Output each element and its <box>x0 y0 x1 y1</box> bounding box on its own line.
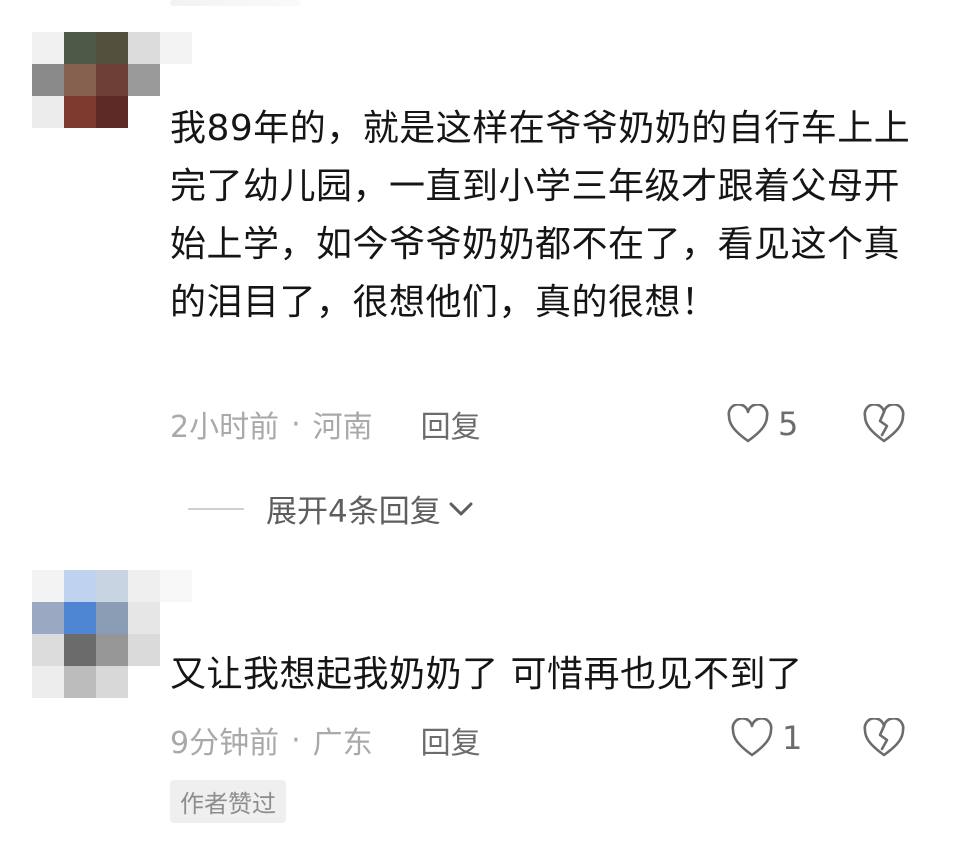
comment-location: 河南 <box>312 410 373 445</box>
comment-time: 2小时前 <box>170 410 280 445</box>
reply-button[interactable]: 回复 <box>421 718 481 762</box>
avatar-mosaic-pixel <box>160 32 192 64</box>
avatar-mosaic-pixel <box>128 634 160 666</box>
avatar-mosaic-pixel <box>96 96 128 128</box>
avatar-mosaic-pixel <box>160 64 192 96</box>
avatar-mosaic-pixel <box>96 602 128 634</box>
comment-location: 广东 <box>312 726 373 761</box>
avatar-mosaic-pixel <box>128 602 160 634</box>
avatar-mosaic-pixel <box>64 666 96 698</box>
previous-comment-fade <box>170 0 300 6</box>
broken-heart-icon[interactable] <box>862 718 906 758</box>
comment-text: 又让我想起我奶奶了 可惜再也见不到了 <box>170 654 803 695</box>
avatar-mosaic-pixel <box>32 634 64 666</box>
avatar-mosaic-pixel <box>64 634 96 666</box>
avatar-mosaic-pixel <box>32 666 64 698</box>
broken-heart-icon[interactable] <box>862 404 906 444</box>
expand-replies-label: 展开4条回复 <box>266 494 441 530</box>
expand-divider <box>188 507 244 510</box>
comment-text: 我89年的，就是这样在爷爷奶奶的自行车上上完了幼儿园，一直到小学三年级才跟着父母… <box>170 108 911 323</box>
chevron-down-icon <box>449 502 473 515</box>
like-button[interactable]: 5 <box>726 404 798 444</box>
heart-outline-icon <box>731 718 773 757</box>
avatar-mosaic-pixel <box>64 602 96 634</box>
avatar-mosaic-pixel <box>160 602 192 634</box>
avatar-mosaic-pixel <box>64 64 96 96</box>
avatar-mosaic-pixel <box>32 32 64 64</box>
like-button[interactable]: 1 <box>730 718 802 758</box>
avatar-mosaic-pixel <box>96 666 128 698</box>
avatar-mosaic-pixel <box>32 570 64 602</box>
avatar-mosaic-pixel <box>96 32 128 64</box>
comment-time: 9分钟前 <box>170 726 280 761</box>
reply-button[interactable]: 回复 <box>421 402 481 446</box>
like-count: 1 <box>782 719 803 757</box>
expand-replies-button[interactable]: 展开4条回复 <box>188 486 475 531</box>
avatar[interactable] <box>32 32 192 128</box>
meta-separator: · <box>291 406 301 442</box>
like-count: 5 <box>778 405 799 443</box>
avatar-mosaic-pixel <box>96 634 128 666</box>
avatar-mosaic-pixel <box>128 666 160 698</box>
avatar-mosaic-pixel <box>32 96 64 128</box>
avatar-mosaic-pixel <box>64 96 96 128</box>
avatar-mosaic-pixel <box>64 32 96 64</box>
avatar-mosaic-pixel <box>32 64 64 96</box>
avatar-mosaic-pixel <box>128 96 160 128</box>
avatar-mosaic-pixel <box>32 602 64 634</box>
avatar-mosaic-pixel <box>128 32 160 64</box>
meta-separator: · <box>291 722 301 758</box>
avatar-mosaic-pixel <box>96 64 128 96</box>
avatar-mosaic-pixel <box>160 570 192 602</box>
author-liked-badge: 作者赞过 <box>170 780 286 823</box>
comment-meta: 9分钟前 · 广东 回复 <box>170 718 481 762</box>
comment-meta: 2小时前 · 河南 回复 <box>170 402 481 446</box>
avatar[interactable] <box>32 570 192 698</box>
avatar-mosaic-pixel <box>128 570 160 602</box>
avatar-mosaic-pixel <box>96 570 128 602</box>
avatar-mosaic-pixel <box>128 64 160 96</box>
heart-outline-icon <box>727 404 769 443</box>
avatar-mosaic-pixel <box>64 570 96 602</box>
